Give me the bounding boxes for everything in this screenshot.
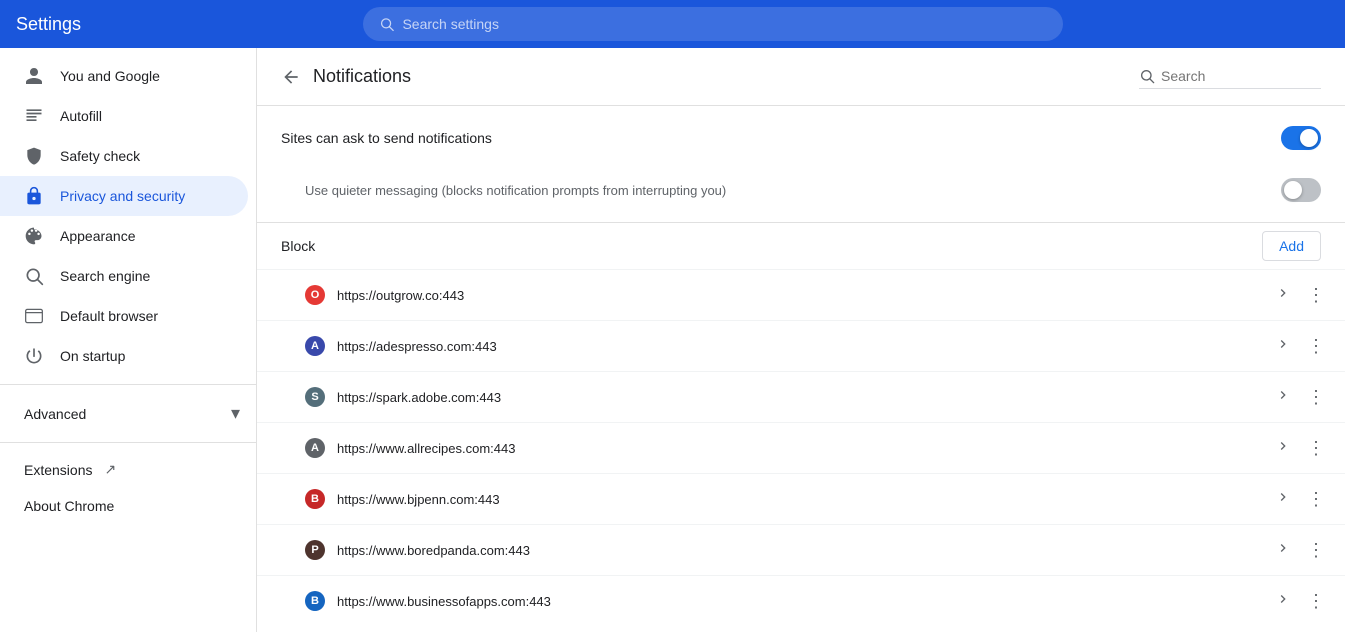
- more-options-button[interactable]: ⋮: [1303, 384, 1329, 410]
- expand-icon[interactable]: [1275, 285, 1291, 306]
- sidebar-item-label: Search engine: [60, 268, 150, 284]
- expand-icon[interactable]: [1275, 591, 1291, 612]
- sidebar-item-extensions[interactable]: Extensions ↗: [0, 451, 256, 488]
- sidebar-item-search-engine[interactable]: Search engine: [0, 256, 248, 296]
- site-favicon: B: [305, 489, 325, 509]
- main-layout: You and Google Autofill Safety check Pri…: [0, 48, 1345, 632]
- site-url: https://outgrow.co:443: [337, 288, 1263, 303]
- notifications-search-input[interactable]: [1161, 68, 1321, 84]
- sidebar-section-advanced[interactable]: Advanced ▾: [0, 393, 256, 434]
- site-row: Ahttps://www.allrecipes.com:443 ⋮: [257, 422, 1345, 473]
- site-url: https://www.businessofapps.com:443: [337, 594, 1263, 609]
- site-favicon: B: [305, 591, 325, 611]
- sidebar-item-privacy-and-security[interactable]: Privacy and security: [0, 176, 248, 216]
- site-favicon: A: [305, 336, 325, 356]
- block-header: Block Add: [257, 222, 1345, 269]
- sidebar-item-autofill[interactable]: Autofill: [0, 96, 248, 136]
- add-button[interactable]: Add: [1262, 231, 1321, 261]
- site-row: Bhttps://www.bjpenn.com:443 ⋮: [257, 473, 1345, 524]
- browser-icon: [24, 306, 44, 326]
- expand-icon[interactable]: [1275, 489, 1291, 510]
- power-icon: [24, 346, 44, 366]
- more-options-button[interactable]: ⋮: [1303, 333, 1329, 359]
- sidebar-item-label: Appearance: [60, 228, 136, 244]
- about-chrome-label: About Chrome: [24, 498, 114, 514]
- lock-icon: [24, 186, 44, 206]
- external-link-icon: ↗: [104, 461, 116, 478]
- sidebar-item-label: Autofill: [60, 108, 102, 124]
- sidebar-item-label: On startup: [60, 348, 125, 364]
- sidebar-item-label: Safety check: [60, 148, 140, 164]
- site-favicon: S: [305, 387, 325, 407]
- topbar: Settings: [0, 0, 1345, 48]
- sidebar-item-appearance[interactable]: Appearance: [0, 216, 248, 256]
- quieter-toggle-row: Use quieter messaging (blocks notificati…: [257, 170, 1345, 222]
- search-engine-icon: [24, 266, 44, 286]
- notifications-search[interactable]: [1139, 64, 1321, 89]
- site-url: https://www.allrecipes.com:443: [337, 441, 1263, 456]
- sidebar-divider-2: [0, 442, 256, 443]
- site-url: https://spark.adobe.com:443: [337, 390, 1263, 405]
- site-favicon: P: [305, 540, 325, 560]
- palette-icon: [24, 226, 44, 246]
- global-search-bar[interactable]: [363, 7, 1063, 41]
- more-options-button[interactable]: ⋮: [1303, 588, 1329, 614]
- global-search-input[interactable]: [402, 16, 1047, 32]
- chevron-down-icon: ▾: [231, 403, 240, 424]
- sidebar-item-you-and-google[interactable]: You and Google: [0, 56, 248, 96]
- expand-icon[interactable]: [1275, 336, 1291, 357]
- back-button[interactable]: [281, 67, 301, 87]
- advanced-label: Advanced: [24, 406, 86, 422]
- site-url: https://www.boredpanda.com:443: [337, 543, 1263, 558]
- notif-search-icon: [1139, 68, 1155, 84]
- expand-icon[interactable]: [1275, 540, 1291, 561]
- expand-icon[interactable]: [1275, 387, 1291, 408]
- person-icon: [24, 66, 44, 86]
- site-row: Shttps://spark.adobe.com:443 ⋮: [257, 371, 1345, 422]
- search-icon: [379, 16, 394, 32]
- sidebar-item-label: Default browser: [60, 308, 158, 324]
- sidebar: You and Google Autofill Safety check Pri…: [0, 48, 256, 632]
- extensions-label: Extensions: [24, 462, 92, 478]
- notifications-title: Notifications: [313, 66, 1127, 87]
- sidebar-divider: [0, 384, 256, 385]
- more-options-button[interactable]: ⋮: [1303, 282, 1329, 308]
- more-options-button[interactable]: ⋮: [1303, 486, 1329, 512]
- shield-icon: [24, 146, 44, 166]
- site-url: https://www.bjpenn.com:443: [337, 492, 1263, 507]
- blocked-sites-list: Ohttps://outgrow.co:443⋮Ahttps://adespre…: [257, 269, 1345, 626]
- site-row: Bhttps://www.businessofapps.com:443 ⋮: [257, 575, 1345, 626]
- site-row: Ohttps://outgrow.co:443 ⋮: [257, 269, 1345, 320]
- autofill-icon: [24, 106, 44, 126]
- sidebar-item-safety-check[interactable]: Safety check: [0, 136, 248, 176]
- site-row: Ahttps://adespresso.com:443 ⋮: [257, 320, 1345, 371]
- quieter-toggle-label: Use quieter messaging (blocks notificati…: [305, 183, 726, 198]
- quieter-toggle[interactable]: [1281, 178, 1321, 202]
- site-favicon: O: [305, 285, 325, 305]
- main-content: Notifications Sites can ask to send noti…: [256, 48, 1345, 632]
- block-label: Block: [281, 238, 315, 254]
- sites-toggle-label: Sites can ask to send notifications: [281, 130, 492, 146]
- more-options-button[interactable]: ⋮: [1303, 537, 1329, 563]
- sidebar-item-on-startup[interactable]: On startup: [0, 336, 248, 376]
- sidebar-item-default-browser[interactable]: Default browser: [0, 296, 248, 336]
- sidebar-item-about-chrome[interactable]: About Chrome: [0, 488, 248, 524]
- site-favicon: A: [305, 438, 325, 458]
- site-url: https://adespresso.com:443: [337, 339, 1263, 354]
- sidebar-item-label: Privacy and security: [60, 188, 185, 204]
- sites-toggle[interactable]: [1281, 126, 1321, 150]
- notifications-header: Notifications: [257, 48, 1345, 106]
- site-row: Phttps://www.boredpanda.com:443 ⋮: [257, 524, 1345, 575]
- sidebar-item-label: You and Google: [60, 68, 160, 84]
- more-options-button[interactable]: ⋮: [1303, 435, 1329, 461]
- app-title: Settings: [16, 14, 81, 35]
- sites-toggle-row: Sites can ask to send notifications: [257, 106, 1345, 170]
- expand-icon[interactable]: [1275, 438, 1291, 459]
